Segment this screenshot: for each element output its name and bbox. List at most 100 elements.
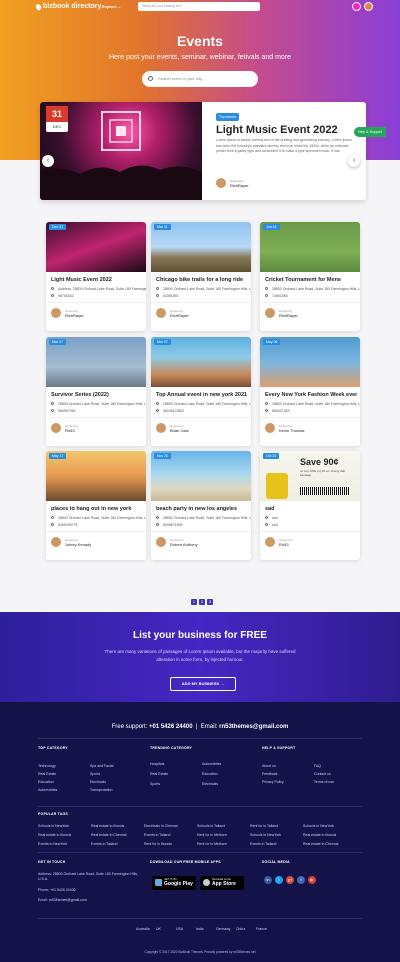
user-avatar[interactable] [364, 2, 373, 11]
help-link[interactable]: FAQ [314, 764, 321, 768]
carousel-prev-button[interactable]: ‹ [42, 155, 54, 167]
trending-category-link[interactable]: Education [202, 772, 218, 776]
country-link[interactable]: France [256, 927, 267, 931]
event-card[interactable]: Mar 11 Chicago bike trails for a long rid… [151, 222, 251, 331]
social-icon[interactable]: in [264, 876, 272, 884]
popular-tag-link[interactable]: Schools in Tailand [197, 824, 225, 828]
country-link[interactable]: Germany [216, 927, 230, 931]
host-name[interactable]: RichRayer [279, 313, 298, 318]
popular-tag-link[interactable]: Real estate in Illunois [38, 833, 71, 837]
event-title[interactable]: Chicago bike trails for a long ride [156, 277, 248, 283]
popular-tag-link[interactable]: Rent for in Melborn [197, 833, 227, 837]
country-link[interactable]: India [196, 927, 204, 931]
social-icon[interactable]: ▶ [308, 876, 316, 884]
popular-tag-link[interactable]: Events in Tailand [144, 833, 170, 837]
event-title[interactable]: Survivor Series (2022) [51, 392, 143, 398]
popular-tag-link[interactable]: Events in NewYork [38, 842, 67, 846]
trending-category-link[interactable]: Automobiles [202, 762, 221, 766]
top-category-link[interactable]: Automobiles [38, 788, 57, 792]
country-link[interactable]: Australia [136, 927, 150, 931]
help-link[interactable]: Terms of use [314, 780, 334, 784]
event-title[interactable]: Light Music Event 2022 [51, 277, 143, 283]
host-name[interactable]: Rn53 [65, 428, 75, 433]
popular-tag-link[interactable]: Rent for in Melborn [197, 842, 227, 846]
popular-tag-link[interactable]: Electricals in Chennai [144, 824, 178, 828]
add-business-button[interactable]: ADD MY BUSINESS → [170, 677, 236, 691]
carousel-next-button[interactable]: › [348, 155, 360, 167]
popular-tag-link[interactable]: Schools in NewYork [303, 824, 334, 828]
trending-category-link[interactable]: Sports [150, 782, 160, 786]
page-3-button[interactable]: 3 [207, 599, 213, 605]
event-title[interactable]: Top Annual event in new york 2021 [156, 392, 248, 398]
trending-category-link[interactable]: Electricals [202, 782, 218, 786]
help-link[interactable]: Feedback [262, 772, 277, 776]
popular-tag-link[interactable]: Rent for in Illunois [144, 842, 172, 846]
host-name[interactable]: Rn53 [279, 542, 289, 547]
event-card[interactable]: Nov 20 beach party in new los angeles 2880… [151, 451, 251, 560]
host-name[interactable]: Kevin Thomas [279, 428, 305, 433]
popular-tag-link[interactable]: Rent for in Tailand [250, 824, 278, 828]
popular-tag-link[interactable]: Real estate in Chennai [91, 833, 126, 837]
featured-event-card[interactable]: 31 DEC Top events Light Music Event 2022 … [40, 102, 366, 200]
help-link[interactable]: About us [262, 764, 276, 768]
event-title[interactable]: beach party in new los angeles [156, 506, 248, 512]
popular-tag-link[interactable]: Schools in NewYork [38, 824, 69, 828]
event-title[interactable]: sad [265, 506, 357, 512]
popular-tag-link[interactable]: Real estate in Illunois [303, 833, 336, 837]
support-email[interactable]: rn53themes@gmail.com [219, 724, 288, 730]
page-1-button[interactable]: 1 [191, 599, 197, 605]
top-search-input[interactable]: What are you looking for? [138, 2, 260, 11]
page-2-button[interactable]: 2 [199, 599, 205, 605]
popular-tag-link[interactable]: Events in Tailand [91, 842, 117, 846]
top-category-link[interactable]: Technology [38, 764, 56, 768]
popular-tag-link[interactable]: Real estate in Illunois [91, 824, 124, 828]
social-icon[interactable]: g+ [286, 876, 294, 884]
trending-category-link[interactable]: Real Estate [150, 772, 168, 776]
country-link[interactable]: UK [156, 927, 161, 931]
card-divider [151, 417, 251, 418]
event-card[interactable]: Save 90¢ on any ONE (1) 16 oz. Jimmy dell… [260, 451, 360, 560]
event-card[interactable]: Jun 16 Cricket Tournament for Mens 28800 O… [260, 222, 360, 331]
site-logo[interactable]: bizbook directory [34, 2, 101, 11]
event-phone: 64351892 [156, 294, 179, 298]
support-phone[interactable]: +01 5426 24400 [149, 724, 193, 730]
help-support-button[interactable]: Help & Support [354, 127, 386, 137]
top-category-link[interactable]: Education [38, 780, 54, 784]
host-name[interactable]: RichRayer [170, 313, 189, 318]
country-link[interactable]: USA [176, 927, 183, 931]
event-title[interactable]: places to hang out in new york [51, 506, 143, 512]
help-link[interactable]: Privacy Policy [262, 780, 284, 784]
event-search-input[interactable]: Search event in your city... [142, 71, 258, 87]
social-icon[interactable]: t [275, 876, 283, 884]
event-card[interactable]: Dec 31 Light Music Event 2022 Address: 288… [46, 222, 146, 331]
popular-tag-link[interactable]: Schools in NewYork [250, 833, 281, 837]
event-card[interactable]: May 17 places to hang out in new york 2880… [46, 451, 146, 560]
event-card[interactable]: Mar 17 Survivor Series (2022) 28800 Orchar… [46, 337, 146, 446]
top-category-link[interactable]: Sports [90, 772, 100, 776]
app-store-button[interactable]: Download on the App Store [200, 876, 244, 890]
top-category-link[interactable]: Spa and Facial [90, 764, 113, 768]
event-title[interactable]: Cricket Tournament for Mens [265, 277, 357, 283]
event-card[interactable]: Mar 07 Top Annual event in new york 2021 2… [151, 337, 251, 446]
google-play-button[interactable]: GET IT ON Google Play [152, 876, 196, 890]
host-name[interactable]: Robert Anthony [170, 542, 198, 547]
notification-avatar[interactable] [352, 2, 361, 11]
explore-menu[interactable]: Explore ⌄ [102, 4, 121, 9]
trending-category-link[interactable]: Hospitals [150, 762, 164, 766]
top-category-link[interactable]: Electricals [90, 780, 106, 784]
top-category-link[interactable]: Real Estate [38, 772, 56, 776]
country-link[interactable]: China [236, 927, 245, 931]
help-link[interactable]: Contact us [314, 772, 331, 776]
top-category-link[interactable]: Transportation [90, 788, 112, 792]
host-name[interactable]: Joiney Kenady [65, 542, 91, 547]
host-name[interactable]: RichRayer [65, 313, 84, 318]
event-title[interactable]: Every New York Fashion Week event [265, 392, 357, 398]
popular-tag-link[interactable]: Real estate in Chennai [303, 842, 338, 846]
popular-tag-link[interactable]: Events in Tailand [250, 842, 276, 846]
event-card[interactable]: May 06 Every New York Fashion Week event 2… [260, 337, 360, 446]
host-name[interactable]: Brian Jose [170, 428, 189, 433]
social-icon[interactable]: f [297, 876, 305, 884]
featured-title[interactable]: Light Music Event 2022 [216, 124, 338, 136]
contact-email[interactable]: Email: rn53themes@gmail.com [38, 898, 87, 902]
host-name[interactable]: RichRayer [230, 183, 249, 188]
